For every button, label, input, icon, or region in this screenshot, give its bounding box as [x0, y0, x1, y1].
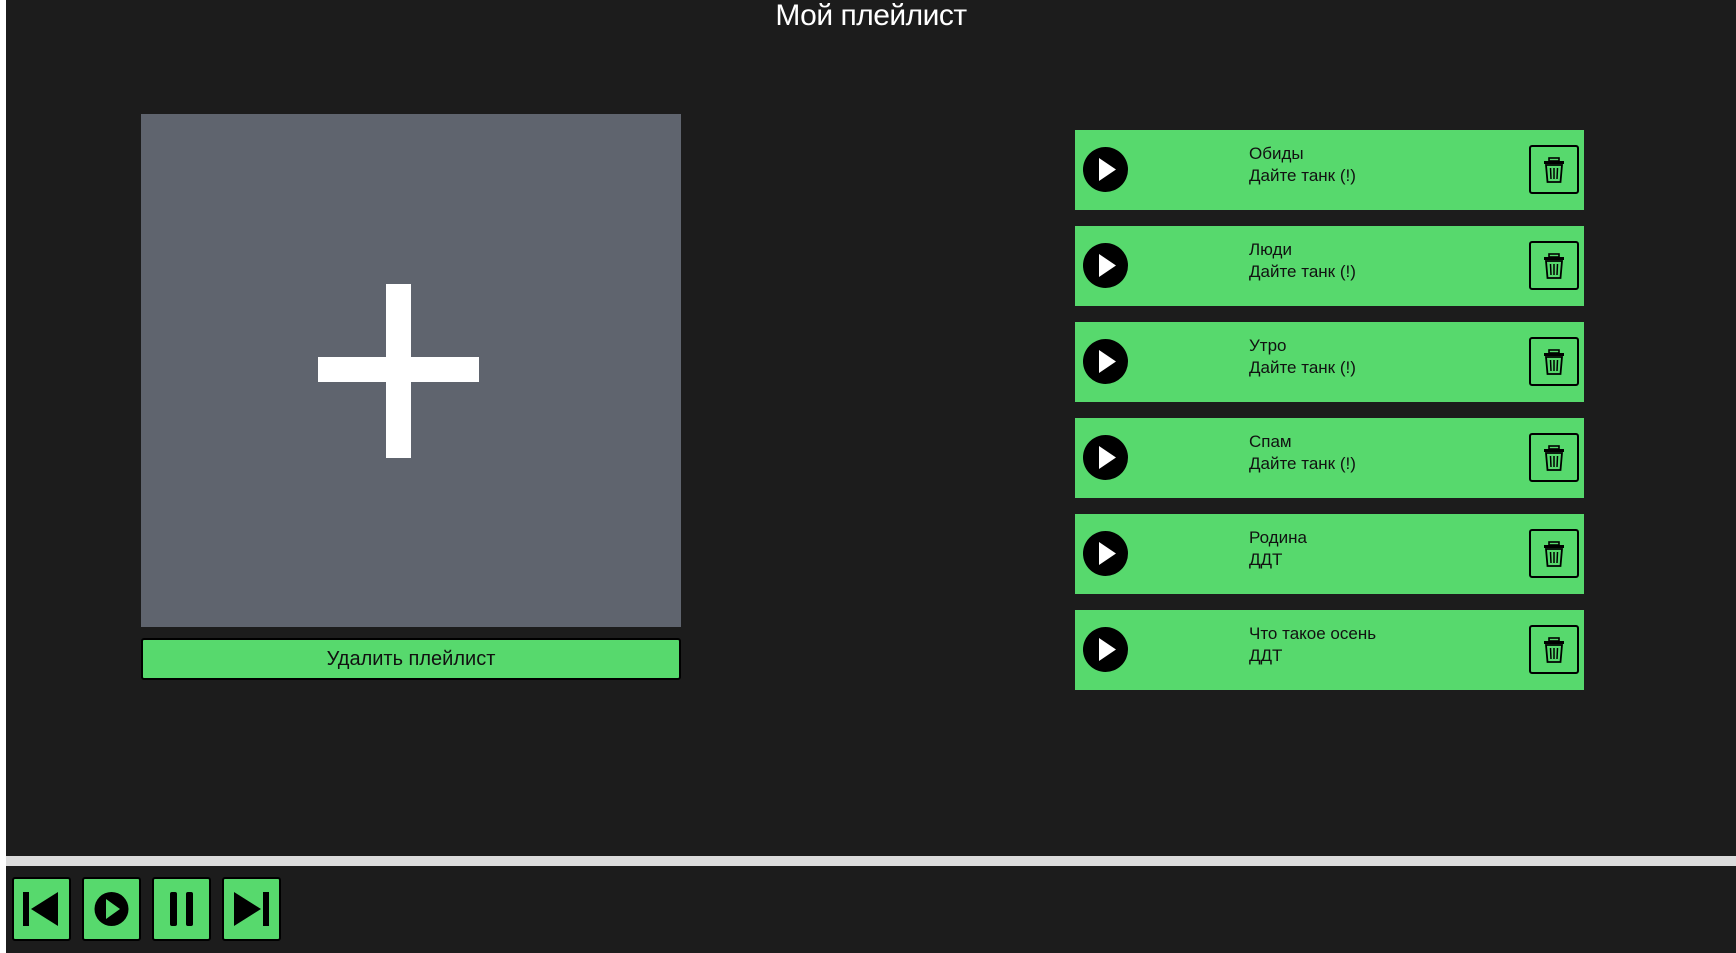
track-delete-button[interactable]	[1529, 337, 1579, 386]
track-title: Родина	[1249, 528, 1307, 547]
track-delete-button[interactable]	[1529, 145, 1579, 194]
track-title: Что такое осень	[1249, 624, 1377, 643]
trash-icon	[1544, 445, 1564, 471]
track-title: Люди	[1249, 240, 1292, 259]
playlist-cover[interactable]	[141, 114, 681, 627]
previous-track-button[interactable]	[12, 877, 71, 941]
track-play-button[interactable]	[1083, 243, 1128, 288]
track-info: Люди Дайте танк (!)	[1249, 239, 1356, 283]
track-delete-button[interactable]	[1529, 625, 1579, 674]
playback-progress-bar[interactable]	[6, 856, 1736, 866]
skip-next-icon	[234, 892, 269, 926]
track-artist: Дайте танк (!)	[1249, 358, 1356, 377]
track-item: Обиды Дайте танк (!)	[1075, 130, 1584, 210]
page-title: Мой плейлист	[775, 0, 967, 32]
play-icon	[1099, 350, 1116, 373]
track-item: Что такое осень ДДТ	[1075, 610, 1584, 690]
delete-playlist-button[interactable]: Удалить плейлист	[141, 638, 681, 680]
play-icon	[1099, 158, 1116, 181]
track-play-button[interactable]	[1083, 531, 1128, 576]
track-title: Спам	[1249, 432, 1292, 451]
trash-icon	[1544, 157, 1564, 183]
app-window: Мой плейлист Удалить плейлист Обиды Дайт…	[6, 0, 1736, 953]
play-icon	[94, 892, 129, 926]
play-icon	[1099, 638, 1116, 661]
track-item: Спам Дайте танк (!)	[1075, 418, 1584, 498]
trash-icon	[1544, 637, 1564, 663]
track-info: Утро Дайте танк (!)	[1249, 335, 1356, 379]
track-play-button[interactable]	[1083, 435, 1128, 480]
play-icon	[1099, 446, 1116, 469]
track-item: Утро Дайте танк (!)	[1075, 322, 1584, 402]
track-artist: ДДТ	[1249, 550, 1283, 569]
track-delete-button[interactable]	[1529, 241, 1579, 290]
track-delete-button[interactable]	[1529, 433, 1579, 482]
track-item: Родина ДДТ	[1075, 514, 1584, 594]
trash-icon	[1544, 253, 1564, 279]
plus-icon-bar	[318, 357, 479, 382]
track-delete-button[interactable]	[1529, 529, 1579, 578]
track-play-button[interactable]	[1083, 339, 1128, 384]
track-artist: Дайте танк (!)	[1249, 454, 1356, 473]
pause-icon	[170, 892, 193, 926]
next-track-button[interactable]	[222, 877, 281, 941]
play-icon	[1099, 542, 1116, 565]
trash-icon	[1544, 541, 1564, 567]
play-icon	[1099, 254, 1116, 277]
track-artist: Дайте танк (!)	[1249, 166, 1356, 185]
track-play-button[interactable]	[1083, 147, 1128, 192]
track-play-button[interactable]	[1083, 627, 1128, 672]
track-title: Утро	[1249, 336, 1287, 355]
pause-button[interactable]	[152, 877, 211, 941]
play-button[interactable]	[82, 877, 141, 941]
track-list: Обиды Дайте танк (!) Люди Дайте танк (!)…	[1075, 130, 1584, 706]
skip-previous-icon	[23, 892, 58, 926]
trash-icon	[1544, 349, 1564, 375]
track-artist: Дайте танк (!)	[1249, 262, 1356, 281]
track-title: Обиды	[1249, 144, 1304, 163]
track-info: Родина ДДТ	[1249, 527, 1307, 571]
track-info: Что такое осень ДДТ	[1249, 623, 1376, 667]
track-artist: ДДТ	[1249, 646, 1283, 665]
track-info: Спам Дайте танк (!)	[1249, 431, 1356, 475]
track-item: Люди Дайте танк (!)	[1075, 226, 1584, 306]
track-info: Обиды Дайте танк (!)	[1249, 143, 1356, 187]
